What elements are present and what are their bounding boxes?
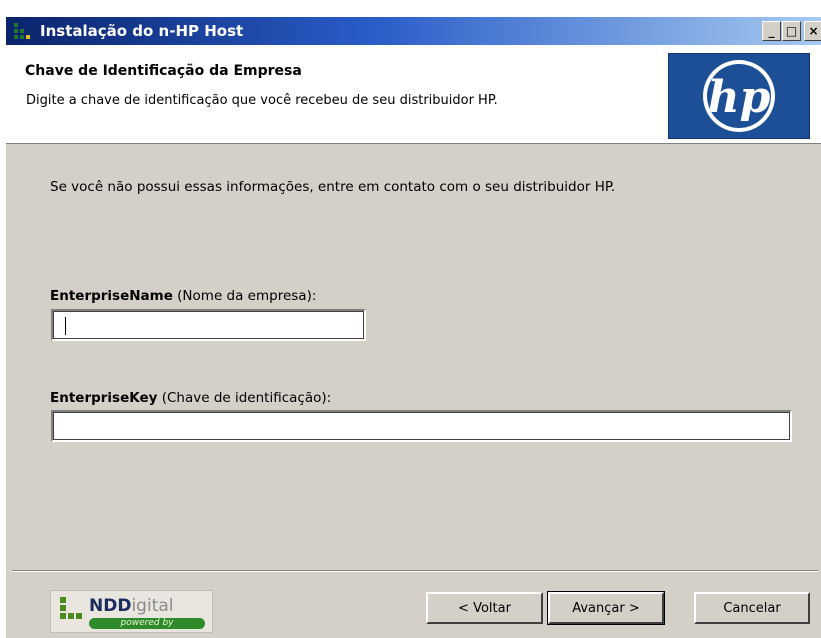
hp-logo-mark: hp: [703, 60, 775, 132]
hp-logo: hp: [668, 53, 810, 139]
installer-window: Instalação do n-HP Host _ □ × Chave de I…: [6, 17, 821, 638]
maximize-icon: □: [785, 24, 798, 38]
maximize-button[interactable]: □: [782, 21, 801, 41]
close-icon: ×: [808, 24, 819, 38]
close-button[interactable]: ×: [804, 21, 821, 41]
ndd-brand-text: NDDigital: [89, 596, 174, 616]
ndd-digital-logo: NDDigital powered by: [50, 590, 213, 633]
ndd-brand-nd: NDD: [89, 596, 132, 616]
enterprise-key-label: EnterpriseKey (Chave de identificação):: [50, 390, 331, 406]
cancel-button[interactable]: Cancelar: [694, 592, 810, 624]
minimize-button[interactable]: _: [762, 21, 781, 41]
text-caret: [65, 317, 66, 335]
enterprise-name-input[interactable]: [51, 309, 366, 341]
page-description: Digite a chave de identificação que você…: [26, 93, 498, 108]
minimize-icon: _: [768, 24, 775, 38]
ndd-logo-icon: [60, 597, 84, 627]
ndd-brand-digital: igital: [131, 596, 174, 616]
next-button[interactable]: Avançar >: [547, 591, 665, 625]
footer-separator: [12, 570, 818, 572]
ndd-powered-by: powered by: [89, 618, 205, 629]
info-text: Se você não possui essas informações, en…: [50, 179, 616, 195]
window-title: Instalação do n-HP Host: [40, 22, 244, 40]
hp-logo-text: hp: [708, 72, 771, 123]
enterprise-name-label: EnterpriseName (Nome da empresa):: [50, 288, 316, 304]
enterprise-key-label-bold: EnterpriseKey: [50, 390, 158, 406]
enterprise-key-input[interactable]: [51, 410, 792, 442]
header-banner: Chave de Identificação da Empresa Digite…: [6, 45, 821, 144]
page-title: Chave de Identificação da Empresa: [25, 63, 302, 79]
title-bar[interactable]: Instalação do n-HP Host _ □ ×: [6, 17, 821, 45]
enterprise-name-label-note: (Nome da empresa):: [172, 288, 317, 304]
back-button[interactable]: < Voltar: [426, 592, 543, 624]
enterprise-name-label-bold: EnterpriseName: [50, 288, 173, 304]
installer-app-icon: [14, 23, 32, 39]
enterprise-key-label-note: (Chave de identificação):: [157, 390, 332, 406]
